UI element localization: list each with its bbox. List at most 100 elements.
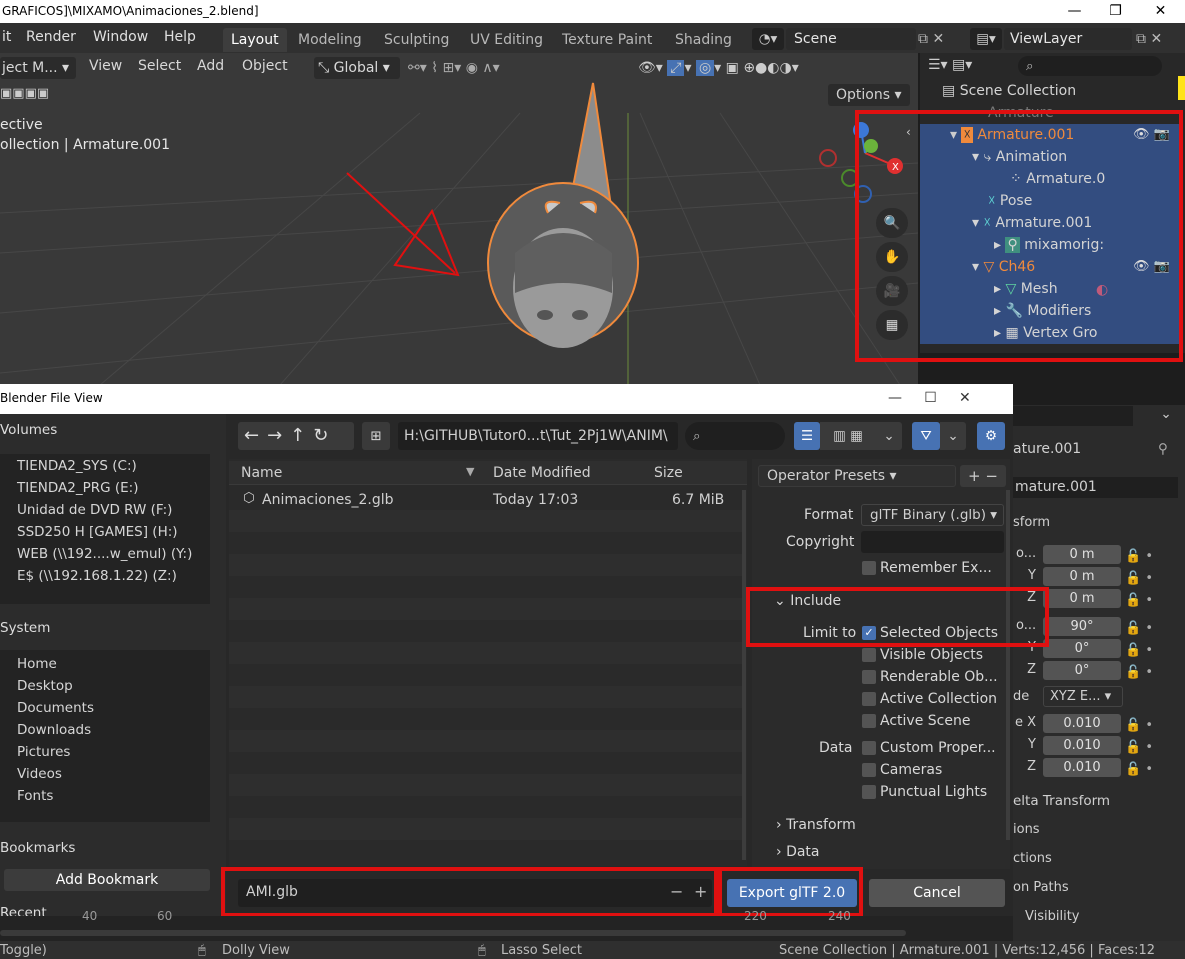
shading-icons[interactable]: 👁▾ ⤢ ▾ ◎ ▾ ▣ ⊕●◐◑▾ xyxy=(638,57,908,79)
thumbnail-view-icons[interactable]: ▥ ▦ xyxy=(820,422,876,450)
viewlayer-field[interactable]: ViewLayer xyxy=(1004,28,1132,50)
custom-properties-checkbox[interactable] xyxy=(862,741,876,755)
properties-search[interactable] xyxy=(1013,406,1133,426)
remember-checkbox[interactable] xyxy=(862,561,876,575)
relations-section[interactable]: ions xyxy=(1013,822,1040,837)
cameras-checkbox[interactable] xyxy=(862,763,876,777)
scale-z-field[interactable]: 0.010 xyxy=(1043,758,1121,777)
cancel-button[interactable]: Cancel xyxy=(869,879,1005,907)
active-scene-checkbox[interactable] xyxy=(862,714,876,728)
rotation-y-field[interactable]: 0° xyxy=(1043,639,1121,658)
lock-icons[interactable]: 🔓 • 🔓 • 🔓 • xyxy=(1125,715,1165,781)
system-header[interactable]: System xyxy=(0,620,50,636)
location-x-field[interactable]: 0 m xyxy=(1043,545,1121,564)
settings-gear-icon[interactable]: ⚙ xyxy=(977,422,1005,450)
tab-modeling[interactable]: Modeling xyxy=(290,28,370,52)
sort-arrow-icon[interactable]: ▼ xyxy=(466,465,474,478)
viewlayer-icon[interactable]: ▤▾ xyxy=(970,28,1002,50)
path-field[interactable]: H:\GITHUB\Tutor0...t\Tut_2Pj1W\ANIM\ xyxy=(398,422,678,450)
menu-window[interactable]: Window xyxy=(93,29,148,45)
file-row[interactable]: ⬡ Animaciones_2.glb Today 17:03 6.7 MiB xyxy=(229,488,745,510)
system-item-home[interactable]: Home xyxy=(17,656,57,672)
menu-view[interactable]: View xyxy=(89,58,122,84)
close-window-button[interactable]: ✕ xyxy=(1138,0,1183,23)
scene-field[interactable]: Scene xyxy=(786,28,916,50)
rotation-x-field[interactable]: 90° xyxy=(1043,617,1121,636)
object-name-field[interactable]: mature.001 xyxy=(1013,477,1178,498)
outliner-search-icon[interactable]: ⌕ xyxy=(1018,56,1162,76)
orientation-select[interactable]: ⤡ Global ▾ xyxy=(314,57,400,79)
pin-icon[interactable]: ⚲ xyxy=(1158,441,1168,457)
system-item-desktop[interactable]: Desktop xyxy=(17,678,73,694)
tab-layout[interactable]: Layout xyxy=(223,28,287,52)
new-folder-icon[interactable]: ⊞ xyxy=(362,422,390,450)
system-item-fonts[interactable]: Fonts xyxy=(17,788,53,804)
view-dropdown-icon[interactable]: ⌄ xyxy=(876,422,902,450)
menu-object[interactable]: Object xyxy=(242,58,288,84)
options-dropdown[interactable]: Options ▾ xyxy=(828,84,910,106)
filter-icon[interactable]: ⛛ xyxy=(912,422,940,450)
menu-help[interactable]: Help xyxy=(164,29,196,45)
tab-texture-paint[interactable]: Texture Paint xyxy=(554,28,660,52)
renderable-objects-checkbox[interactable] xyxy=(862,670,876,684)
operator-scrollbar[interactable] xyxy=(1006,490,1010,840)
timeline-scrollbar[interactable] xyxy=(0,930,906,936)
location-z-field[interactable]: 0 m xyxy=(1043,589,1121,608)
scale-x-field[interactable]: 0.010 xyxy=(1043,714,1121,733)
menu-edit[interactable]: it xyxy=(2,29,11,45)
transform-section[interactable]: › Transform xyxy=(776,817,856,833)
volume-item[interactable]: SSD250 H [GAMES] (H:) xyxy=(17,524,178,540)
tab-sculpting[interactable]: Sculpting xyxy=(376,28,457,52)
volumes-header[interactable]: Volumes xyxy=(0,422,57,438)
lock-icons[interactable]: 🔓 • 🔓 • 🔓 • xyxy=(1125,546,1165,612)
lock-icons[interactable]: 🔓 • 🔓 • 🔓 • xyxy=(1125,618,1165,684)
file-list-scrollbar[interactable] xyxy=(742,490,746,860)
active-collection-checkbox[interactable] xyxy=(862,692,876,706)
location-y-field[interactable]: 0 m xyxy=(1043,567,1121,586)
maximize-button[interactable]: ❐ xyxy=(1093,0,1138,23)
scale-y-field[interactable]: 0.010 xyxy=(1043,736,1121,755)
3d-viewport[interactable] xyxy=(0,53,918,385)
copyright-field[interactable] xyxy=(861,531,1004,553)
collections-section[interactable]: ctions xyxy=(1013,851,1052,866)
volume-item[interactable]: Unidad de DVD RW (F:) xyxy=(17,502,172,518)
system-item-pictures[interactable]: Pictures xyxy=(17,744,70,760)
column-size[interactable]: Size xyxy=(654,465,683,481)
tool-icons[interactable]: ▣▣▣▣ xyxy=(0,86,60,104)
format-select[interactable]: glTF Binary (.glb) ▾ xyxy=(861,504,1004,526)
volume-item[interactable]: WEB (\\192....w_emul) (Y:) xyxy=(17,546,192,562)
outliner-scene-collection[interactable]: ▤ Scene Collection xyxy=(920,80,1182,102)
properties-dropdown-icon[interactable]: ⌄ xyxy=(1155,406,1177,426)
list-view-icon[interactable]: ☰ xyxy=(794,422,820,450)
rotation-mode-select[interactable]: XYZ E... ▾ xyxy=(1043,686,1123,707)
rotation-z-field[interactable]: 0° xyxy=(1043,661,1121,680)
menu-add[interactable]: Add xyxy=(197,58,224,84)
tab-uv-editing[interactable]: UV Editing xyxy=(462,28,551,52)
data-section[interactable]: › Data xyxy=(776,844,820,860)
snap-icons[interactable]: ⚯▾ ⌇ ⊞▾ ◉ ∧▾ xyxy=(408,57,568,79)
minimize-button[interactable]: — xyxy=(1052,0,1097,23)
punctual-lights-checkbox[interactable] xyxy=(862,785,876,799)
system-item-documents[interactable]: Documents xyxy=(17,700,94,716)
visibility-section[interactable]: Visibility xyxy=(1013,909,1173,924)
bookmarks-header[interactable]: Bookmarks xyxy=(0,840,75,856)
column-date[interactable]: Date Modified xyxy=(493,465,591,481)
nav-buttons[interactable]: ←→↑↻ xyxy=(238,422,354,450)
filter-dropdown-icon[interactable]: ⌄ xyxy=(940,422,966,450)
menu-render[interactable]: Render xyxy=(26,29,76,45)
tab-shading[interactable]: Shading xyxy=(667,28,740,52)
motion-paths-section[interactable]: on Paths xyxy=(1013,880,1069,895)
file-search-icon[interactable]: ⌕ xyxy=(685,422,785,450)
system-item-downloads[interactable]: Downloads xyxy=(17,722,91,738)
visible-objects-checkbox[interactable] xyxy=(862,648,876,662)
scene-icon[interactable]: ◔▾ xyxy=(752,28,784,50)
system-item-videos[interactable]: Videos xyxy=(17,766,62,782)
menu-select[interactable]: Select xyxy=(138,58,181,84)
scene-new-icon[interactable]: ⧉ ✕ xyxy=(918,28,964,50)
operator-presets-select[interactable]: Operator Presets ▾ xyxy=(758,465,956,487)
volume-item[interactable]: E$ (\\192.168.1.22) (Z:) xyxy=(17,568,177,584)
column-name[interactable]: Name xyxy=(241,465,282,481)
mode-select[interactable]: ject M... ▾ xyxy=(0,57,76,79)
viewlayer-new-icon[interactable]: ⧉ ✕ xyxy=(1136,28,1182,50)
add-bookmark-button[interactable]: Add Bookmark xyxy=(4,869,210,891)
